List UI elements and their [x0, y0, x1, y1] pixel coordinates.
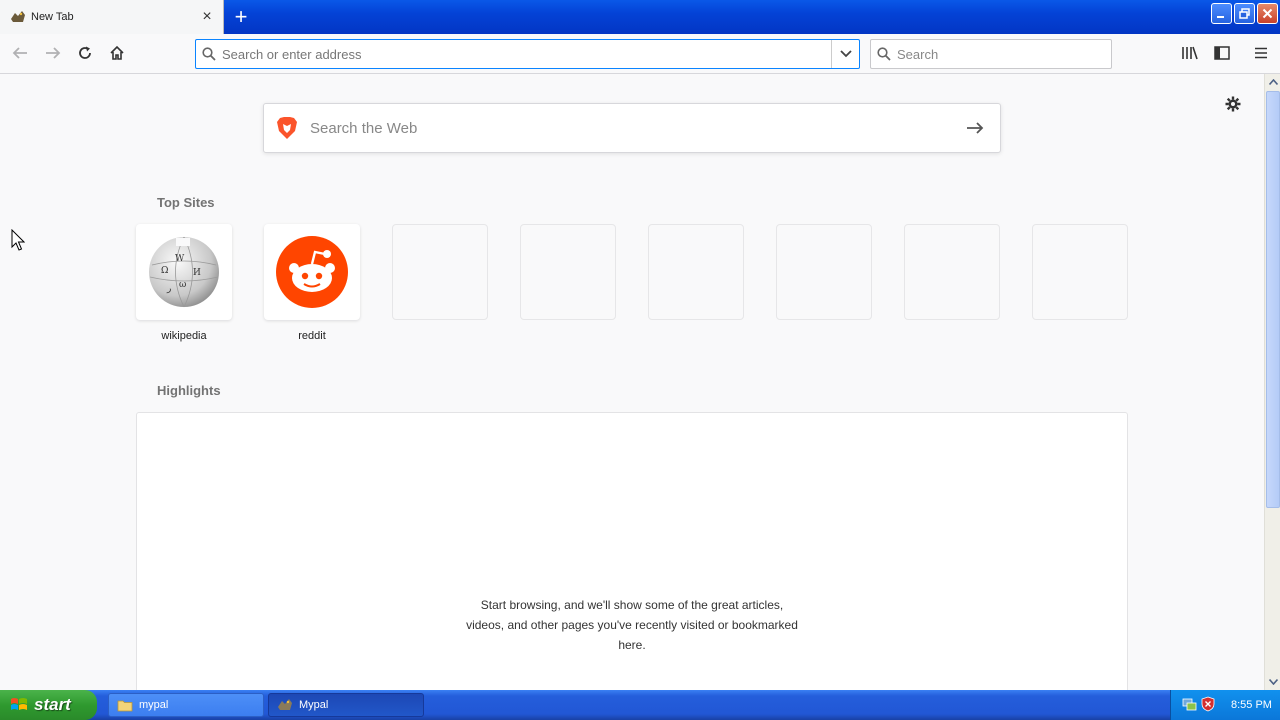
empty-site-tile[interactable] — [648, 224, 744, 320]
customize-button[interactable] — [1222, 94, 1244, 116]
mypal-icon — [10, 10, 26, 24]
web-search-box[interactable] — [263, 103, 1001, 153]
top-site-tile[interactable]: WΩ Иωر — [136, 224, 232, 320]
taskbar: start mypal Mypal 8:55 PM — [0, 690, 1280, 720]
empty-site-tile[interactable] — [776, 224, 872, 320]
top-site-empty[interactable] — [392, 224, 488, 344]
forward-arrow-icon — [44, 45, 62, 64]
reddit-alien-icon — [276, 236, 348, 308]
back-button[interactable] — [6, 40, 34, 68]
chevron-up-icon — [1268, 79, 1278, 85]
mouse-cursor-icon — [11, 228, 26, 254]
top-sites-grid: WΩ Иωر wikipedia reddit — [136, 224, 1128, 344]
forward-button[interactable] — [39, 40, 67, 68]
highlights-empty-text: Start browsing, and we'll show some of t… — [466, 598, 798, 652]
mypal-icon — [278, 699, 292, 710]
address-bar[interactable] — [195, 39, 860, 69]
reload-icon — [77, 45, 93, 64]
search-bar[interactable] — [870, 39, 1112, 69]
empty-site-tile[interactable] — [520, 224, 616, 320]
url-dropdown-button[interactable] — [831, 40, 859, 68]
top-site-empty[interactable] — [648, 224, 744, 344]
taskbar-item-label: Mypal — [299, 699, 329, 711]
restore-button[interactable] — [1234, 3, 1255, 24]
vertical-scrollbar[interactable] — [1264, 74, 1280, 690]
folder-icon — [117, 700, 133, 711]
sidebar-icon — [1214, 45, 1230, 63]
home-button[interactable] — [103, 40, 131, 68]
empty-site-tile[interactable] — [1032, 224, 1128, 320]
top-site-empty[interactable] — [1032, 224, 1128, 344]
search-icon — [196, 40, 222, 68]
taskbar-item-label: mypal — [139, 699, 169, 711]
security-shield-icon[interactable] — [1201, 696, 1215, 715]
start-label: start — [34, 695, 71, 714]
hamburger-menu-icon — [1254, 47, 1268, 62]
highlights-empty-message: Start browsing, and we'll show some of t… — [137, 595, 1127, 655]
highlights-title: Highlights — [157, 383, 221, 398]
svg-text:ω: ω — [179, 280, 186, 290]
top-site-label: wikipedia — [161, 330, 207, 342]
back-arrow-icon — [11, 45, 29, 64]
windows-logo-icon — [11, 698, 27, 710]
tab-close-icon[interactable]: × — [197, 7, 217, 27]
tab-new-tab[interactable]: New Tab × — [0, 0, 224, 34]
title-bar: New Tab × + — [0, 0, 1280, 34]
scroll-down-button[interactable] — [1265, 674, 1280, 690]
scroll-up-button[interactable] — [1265, 74, 1280, 90]
chevron-down-icon — [839, 50, 852, 58]
gear-icon — [1224, 95, 1242, 116]
start-button[interactable]: start — [0, 690, 97, 720]
sidebar-button[interactable] — [1208, 40, 1236, 68]
empty-site-tile[interactable] — [392, 224, 488, 320]
top-site-label: reddit — [298, 330, 326, 342]
top-site-reddit[interactable]: reddit — [264, 224, 360, 344]
brave-lion-icon — [264, 104, 310, 152]
search-input[interactable] — [897, 41, 1111, 67]
library-button[interactable] — [1176, 40, 1204, 68]
top-site-empty[interactable] — [776, 224, 872, 344]
library-icon — [1181, 45, 1199, 64]
svg-text:ر: ر — [166, 284, 171, 294]
svg-text:W: W — [175, 254, 185, 264]
top-site-wikipedia[interactable]: WΩ Иωر wikipedia — [136, 224, 232, 344]
top-site-tile[interactable] — [264, 224, 360, 320]
close-window-button[interactable] — [1257, 3, 1278, 24]
taskbar-item-mypal-folder[interactable]: mypal — [108, 693, 264, 717]
top-site-empty[interactable] — [520, 224, 616, 344]
new-tab-page: Top Sites WΩ Иωر wikipedia — [0, 74, 1264, 690]
reload-button[interactable] — [71, 40, 99, 68]
navigation-toolbar — [0, 34, 1280, 74]
scroll-thumb[interactable] — [1266, 91, 1280, 508]
menu-button[interactable] — [1247, 40, 1275, 68]
search-go-button[interactable] — [950, 104, 1000, 152]
empty-site-tile[interactable] — [904, 224, 1000, 320]
address-input[interactable] — [222, 41, 831, 67]
search-icon — [871, 47, 897, 61]
system-tray: 8:55 PM — [1170, 690, 1280, 720]
minimize-button[interactable] — [1211, 3, 1232, 24]
arrow-right-icon — [967, 122, 984, 134]
svg-text:Ω: Ω — [161, 266, 168, 276]
taskbar-item-mypal-browser[interactable]: Mypal — [268, 693, 424, 717]
clock: 8:55 PM — [1231, 699, 1272, 711]
tab-title: New Tab — [31, 11, 74, 23]
new-tab-button[interactable]: + — [228, 5, 254, 29]
web-search-input[interactable] — [310, 108, 950, 148]
svg-text:И: И — [193, 268, 201, 278]
chevron-down-icon — [1268, 679, 1278, 685]
top-site-empty[interactable] — [904, 224, 1000, 344]
home-icon — [109, 45, 125, 64]
network-icon[interactable] — [1181, 696, 1197, 715]
highlights-panel: Start browsing, and we'll show some of t… — [136, 412, 1128, 690]
wikipedia-globe-icon: WΩ Иωر — [149, 236, 219, 308]
top-sites-title: Top Sites — [157, 195, 215, 210]
window-controls — [1211, 3, 1278, 24]
